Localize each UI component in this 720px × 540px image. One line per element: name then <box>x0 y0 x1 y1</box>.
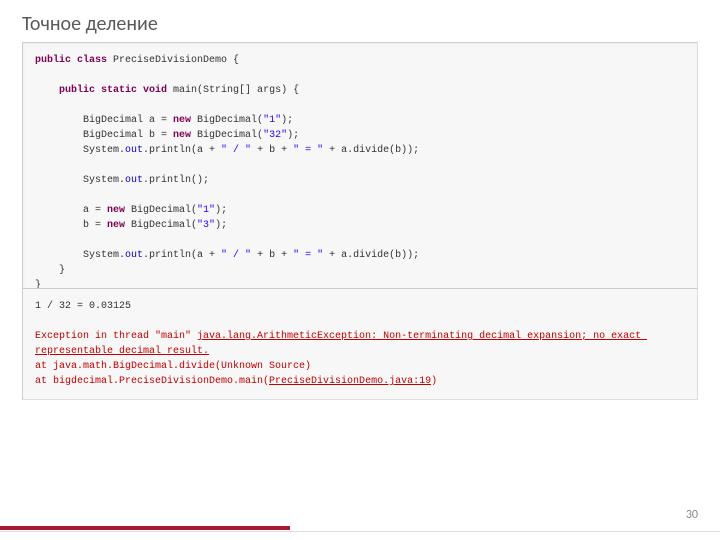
code-token: a = <box>35 205 107 216</box>
exception-line: Exception in thread "main" java.lang.Ari… <box>35 331 647 387</box>
code-token: out <box>125 175 143 186</box>
code-block: public class PreciseDivisionDemo { publi… <box>22 42 698 304</box>
code-token: void <box>137 85 167 96</box>
code-token: } <box>35 265 65 276</box>
code-token: + b + <box>251 145 293 156</box>
output-token: ) <box>431 376 437 387</box>
code-token: out <box>125 145 143 156</box>
code-token: BigDecimal b = <box>35 130 173 141</box>
stack-frame: at java.math.BigDecimal.divide(Unknown S… <box>35 361 311 372</box>
code-token: main(String[] args) { <box>167 85 299 96</box>
output-block: 1 / 32 = 0.03125 Exception in thread "ma… <box>22 288 698 400</box>
code-token: b = <box>35 220 107 231</box>
code-token: "32" <box>263 130 287 141</box>
code-token: " = " <box>293 145 323 156</box>
code-token: "1" <box>197 205 215 216</box>
code-token: ); <box>281 115 293 126</box>
code-token: System. <box>35 145 125 156</box>
code-token: BigDecimal( <box>191 115 263 126</box>
code-token: BigDecimal( <box>125 205 197 216</box>
code-token: public <box>35 85 95 96</box>
code-token: " / " <box>221 145 251 156</box>
source-link: PreciseDivisionDemo.java:19 <box>269 376 431 387</box>
code-token: + a.divide(b)); <box>323 145 419 156</box>
code-token: new <box>107 220 125 231</box>
slide: Точное деление public class PreciseDivis… <box>0 0 720 540</box>
code-token: .println(a + <box>143 250 221 261</box>
code-token: static <box>95 85 137 96</box>
output-line: 1 / 32 = 0.03125 <box>35 301 131 312</box>
code-token: new <box>107 205 125 216</box>
output-token: at bigdecimal.PreciseDivisionDemo.main( <box>35 376 269 387</box>
footer-divider <box>0 531 720 532</box>
code-token: public <box>35 55 71 66</box>
code-token: + a.divide(b)); <box>323 250 419 261</box>
exception-class: java.lang.ArithmeticException <box>197 331 371 342</box>
code-token: " / " <box>221 250 251 261</box>
code-token: BigDecimal( <box>125 220 197 231</box>
code-token: BigDecimal( <box>191 130 263 141</box>
code-token: .println(); <box>143 175 209 186</box>
code-token: .println(a + <box>143 145 221 156</box>
page-number: 30 <box>686 508 698 522</box>
footer-accent-bar <box>0 526 290 530</box>
code-token: new <box>173 130 191 141</box>
slide-title: Точное деление <box>22 12 158 36</box>
code-token: "3" <box>197 220 215 231</box>
code-token: System. <box>35 250 125 261</box>
code-token: BigDecimal a = <box>35 115 173 126</box>
code-token: out <box>125 250 143 261</box>
output-token: Exception in thread "main" <box>35 331 197 342</box>
code-token: + b + <box>251 250 293 261</box>
code-token: class <box>71 55 107 66</box>
code-token: PreciseDivisionDemo { <box>107 55 239 66</box>
code-token: new <box>173 115 191 126</box>
code-token: System. <box>35 175 125 186</box>
code-token: " = " <box>293 250 323 261</box>
code-token: ); <box>287 130 299 141</box>
code-token: ); <box>215 220 227 231</box>
code-token: "1" <box>263 115 281 126</box>
code-token: ); <box>215 205 227 216</box>
